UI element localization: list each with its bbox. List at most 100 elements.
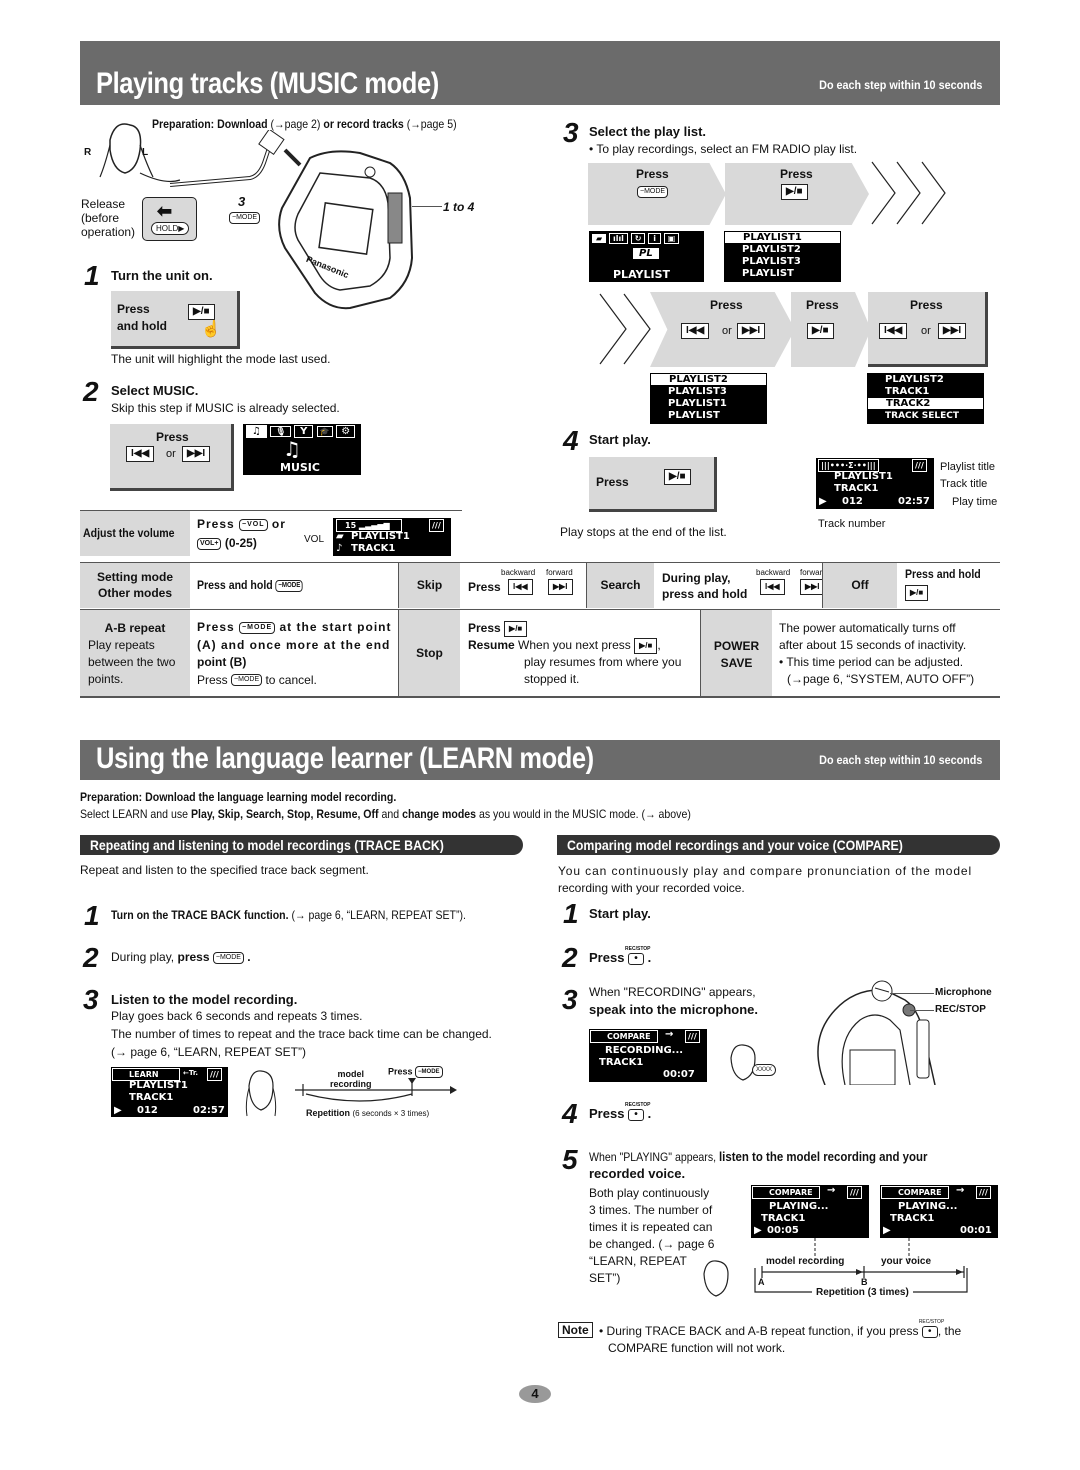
- hold-switch-box: ⬅ HOLD▶: [142, 197, 197, 241]
- step-2-note: Skip this step if MUSIC is already selec…: [111, 401, 340, 415]
- lcd-track: TRACK1: [351, 543, 396, 554]
- page-number: 4: [519, 1385, 551, 1403]
- mode-button[interactable]: −MODE: [275, 579, 304, 592]
- step-3-note: • To play recordings, select an FM RADIO…: [589, 142, 858, 156]
- battery-icon: ///: [847, 1186, 862, 1199]
- skip-cell: Skip: [398, 563, 460, 608]
- divider: [80, 696, 1000, 698]
- point-b-label: B: [861, 1277, 868, 1287]
- power-save-cell: POWER SAVE: [700, 610, 772, 696]
- lcd-track: TRACK1: [599, 1057, 644, 1068]
- listener-face-illustration: [703, 1260, 729, 1297]
- play-icon: ▶: [114, 1105, 122, 1116]
- lcd-track: TRACK1: [761, 1213, 806, 1224]
- step-1-number: 1: [84, 260, 100, 291]
- next-key[interactable]: ▶▶I: [938, 323, 967, 339]
- lcd-playlist: PLAYLIST1: [834, 471, 893, 482]
- lcd-track-number: 012: [842, 496, 863, 507]
- music-preparation: Preparation: Download (→page 2) or recor…: [152, 117, 457, 131]
- battery-icon: ///: [685, 1030, 700, 1043]
- next-key[interactable]: ▶▶I: [800, 579, 825, 595]
- playlist-list-lcd-2: PLAYLIST2 PLAYLIST3 PLAYLIST1 PLAYLIST: [650, 373, 767, 424]
- compare-step-3-number: 3: [562, 984, 578, 1015]
- trace-back-heading: Repeating and listening to model recordi…: [80, 835, 523, 855]
- trace-step-3-line2: The number of times to repeat and the tr…: [111, 1027, 492, 1041]
- power-on-instruction: Press and hold ▶/■ ☝: [111, 291, 240, 349]
- right-ear-label: R: [84, 147, 92, 158]
- compare-mode-tab: COMPARE: [590, 1030, 658, 1043]
- next-key[interactable]: ▶▶I: [182, 446, 211, 462]
- battery-icon: ///: [976, 1186, 991, 1199]
- off-cell: Off: [822, 563, 897, 608]
- listener-face-illustration: [245, 1070, 277, 1117]
- next-key[interactable]: ▶▶I: [737, 323, 766, 339]
- play-stop-key[interactable]: ▶/■: [807, 323, 834, 339]
- mode-button[interactable]: −MODE: [239, 621, 276, 634]
- vol-tag: VOL: [304, 534, 325, 545]
- step-4-note: Play stops at the end of the list.: [560, 525, 727, 539]
- step-3-title: Select the play list.: [589, 124, 707, 139]
- music-mode-lcd: ♫ 🎙 Y 🎓 ⚙ ♫ MUSIC: [243, 424, 361, 475]
- mode-button[interactable]: −MODE: [637, 186, 669, 198]
- mode-button[interactable]: −MODE: [212, 951, 244, 964]
- arrow-icon: →: [827, 1185, 836, 1196]
- play-stop-key[interactable]: ▶/■: [664, 469, 691, 485]
- play-stop-key[interactable]: ▶/■: [504, 620, 528, 637]
- select-music-instruction: Press I◀◀ or ▶▶I: [110, 424, 234, 491]
- trace-step-3-line1: Play goes back 6 seconds and repeats 3 t…: [111, 1009, 363, 1023]
- hold-switch[interactable]: HOLD▶: [151, 222, 190, 235]
- callout-line: [910, 1010, 934, 1011]
- volume-lcd: 15 ▂▃▄▅▆ /// ▰ PLAYLIST1 ♪ TRACK1: [333, 518, 451, 556]
- play-icon: ▶: [819, 496, 827, 507]
- playing-lcd-model: COMPARE → /// PLAYING... TRACK1 ▶ 00:05: [751, 1185, 869, 1238]
- volume-instruction: Press −VOL or: [197, 517, 286, 531]
- playlist-lcd-label: PLAYLIST: [613, 268, 671, 281]
- or-label: or: [722, 325, 732, 337]
- next-key[interactable]: ▶▶I: [548, 579, 573, 595]
- play-stop-key[interactable]: ▶/■: [188, 304, 215, 320]
- callout-line: [890, 993, 934, 994]
- vol-plus-button[interactable]: VOL+: [197, 537, 222, 550]
- play-stop-key[interactable]: ▶/■: [781, 184, 808, 200]
- continue-chevrons: [871, 161, 946, 225]
- callout-play-time: Play time: [952, 496, 998, 508]
- setting-mode-cell: Setting mode Other modes: [80, 563, 190, 608]
- compare-intro: You can continuously play and compare pr…: [558, 864, 973, 895]
- ab-repeat-cell: A-B repeat Play repeats between the two …: [80, 610, 190, 696]
- microphone-label: Microphone: [935, 987, 992, 998]
- mode-button[interactable]: −MODE: [231, 674, 263, 687]
- playing-lcd-voice: COMPARE → /// PLAYING... TRACK1 ▶ 00:01: [880, 1185, 998, 1238]
- note-text: • During TRACE BACK and A-B repeat funct…: [599, 1319, 961, 1357]
- prev-key[interactable]: I◀◀: [879, 323, 908, 339]
- lcd-playlist: PLAYLIST1: [129, 1080, 188, 1091]
- compare-step-2: Press • .: [589, 946, 651, 965]
- play-icon: ▶: [883, 1225, 891, 1236]
- power-save-text: The power automatically turns off after …: [779, 621, 975, 686]
- rec-stop-button[interactable]: •: [919, 1319, 944, 1338]
- now-playing-lcd: |||•••·Σ·••||| /// PLAYLIST1 TRACK1 ▶ 01…: [816, 458, 934, 509]
- step-2-number: 2: [83, 376, 99, 407]
- play-stop-key[interactable]: ▶/■: [905, 585, 929, 601]
- music-note-icon: ♫: [283, 437, 301, 461]
- model-label: model recording: [330, 1069, 372, 1089]
- rec-stop-button[interactable]: •: [625, 1102, 651, 1121]
- prev-key[interactable]: I◀◀: [681, 323, 710, 339]
- or-label: or: [921, 325, 931, 337]
- prev-key[interactable]: I◀◀: [508, 579, 533, 595]
- prev-key[interactable]: I◀◀: [126, 446, 155, 462]
- trace-icon: ←Tr.: [183, 1069, 198, 1077]
- prev-key[interactable]: I◀◀: [760, 579, 785, 595]
- start-play-instruction: Press ▶/■: [589, 457, 717, 512]
- play-stop-key[interactable]: ▶/■: [634, 637, 658, 654]
- mode-button[interactable]: −MODE: [415, 1066, 443, 1078]
- mode-button[interactable]: −MODE: [229, 212, 261, 224]
- learn-time-hint: Do each step within 10 seconds: [818, 753, 982, 767]
- trace-back-intro: Repeat and listen to the specified trace…: [80, 863, 369, 877]
- lcd-time: 00:07: [663, 1069, 695, 1080]
- press-label: Press: [710, 298, 743, 312]
- playlist-folder-icon: PL: [633, 248, 659, 259]
- rec-stop-button[interactable]: •: [625, 946, 651, 965]
- volume-range: VOL+ (0-25): [197, 536, 257, 550]
- vol-minus-button[interactable]: −VOL: [239, 518, 268, 531]
- continue-chevrons: [599, 293, 651, 365]
